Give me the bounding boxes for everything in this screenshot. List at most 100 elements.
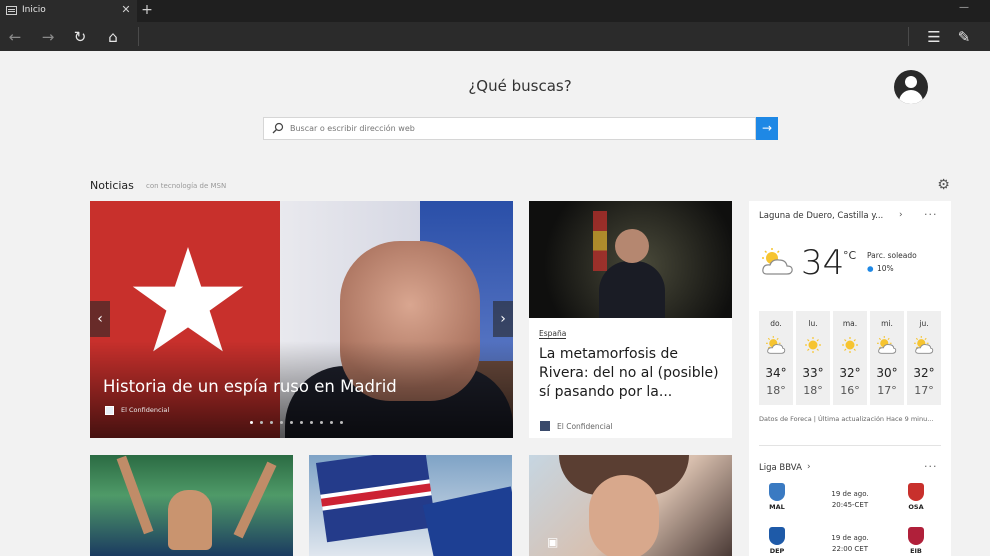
carousel-dot[interactable]	[330, 421, 333, 424]
forecast-day-name: do.	[770, 319, 782, 328]
news-tile[interactable]	[90, 455, 293, 556]
chevron-right-icon[interactable]: ›	[807, 462, 811, 472]
temperature-unit[interactable]: °C	[843, 249, 856, 262]
carousel-dot[interactable]	[260, 421, 263, 424]
forecast-day[interactable]: lu. 33° 18°	[796, 311, 830, 405]
article-image	[529, 201, 732, 318]
minimize-icon[interactable]: —	[958, 2, 970, 16]
forecast-low: 17°	[914, 384, 934, 397]
article-headline[interactable]: La metamorfosis de Rivera: del no al (po…	[539, 345, 725, 402]
carousel-dot[interactable]	[300, 421, 303, 424]
partly-sunny-icon	[766, 336, 786, 356]
next-slide-button[interactable]: ›	[493, 301, 513, 337]
tab-title: Inicio	[22, 5, 46, 15]
team-name: OSA	[908, 503, 924, 511]
article-category[interactable]: España	[539, 329, 567, 339]
forecast-high: 32°	[839, 366, 861, 380]
search-box[interactable]	[263, 117, 756, 140]
match-row[interactable]: MAL 19 de ago. 20:45-CET OSA	[759, 483, 941, 523]
partly-sunny-icon	[914, 336, 934, 356]
carousel-dot[interactable]	[290, 421, 293, 424]
hub-icon[interactable]: ☰	[924, 27, 944, 47]
forward-icon[interactable]: →	[38, 27, 58, 47]
forecast-low: 16°	[840, 384, 860, 397]
tile-image	[116, 455, 154, 535]
eu-flag-image	[422, 486, 512, 556]
more-options-icon[interactable]: ···	[924, 460, 938, 473]
news-tile[interactable]: ▣	[529, 455, 732, 556]
tab-inicio[interactable]: Inicio ✕	[0, 0, 137, 22]
new-tab-icon[interactable]: +	[140, 2, 154, 18]
forecast-day-name: mi.	[881, 319, 893, 328]
team-name: EIB	[910, 547, 922, 555]
forecast-low: 18°	[766, 384, 786, 397]
divider	[759, 445, 941, 446]
current-temperature: 34	[801, 243, 845, 283]
carousel-dot[interactable]	[250, 421, 253, 424]
forecast-day-name: ma.	[842, 319, 858, 328]
page-icon	[6, 6, 17, 15]
weather-condition: Parc. soleado	[867, 251, 917, 260]
news-tile[interactable]	[309, 455, 512, 556]
match-time: 19 de ago. 20:45-CET	[805, 489, 895, 511]
nav-divider	[908, 27, 909, 46]
source-logo-icon	[540, 421, 550, 431]
tile-image	[168, 490, 212, 550]
forecast-day-name: ju.	[919, 319, 929, 328]
web-note-icon[interactable]: ✎	[954, 27, 974, 47]
forecast-day[interactable]: ma. 32° 16°	[833, 311, 867, 405]
forecast-high: 34°	[765, 366, 787, 380]
avatar[interactable]	[894, 70, 928, 104]
league-title[interactable]: Liga BBVA	[759, 463, 802, 473]
home-team: DEP	[757, 527, 797, 555]
close-tab-icon[interactable]: ✕	[119, 3, 133, 17]
camera-icon: ▣	[547, 535, 559, 549]
forecast-day[interactable]: mi. 30° 17°	[870, 311, 904, 405]
chevron-right-icon[interactable]: ›	[899, 210, 903, 220]
match-time: 19 de ago. 22:00 CET	[805, 533, 895, 555]
hero-headline[interactable]: Historia de un espía ruso en Madrid	[103, 377, 397, 396]
raindrop-icon: ●	[867, 264, 874, 273]
more-options-icon[interactable]: ···	[924, 208, 938, 221]
team-crest-icon	[908, 483, 924, 501]
news-card[interactable]: España La metamorfosis de Rivera: del no…	[529, 201, 732, 438]
partly-sunny-icon	[877, 336, 897, 356]
page-headline: ¿Qué buscas?	[468, 77, 572, 95]
previous-slide-button[interactable]: ‹	[90, 301, 110, 337]
carousel-dot[interactable]	[340, 421, 343, 424]
team-crest-icon	[908, 527, 924, 545]
rain-chance: 10%	[877, 264, 894, 273]
forecast-high: 33°	[802, 366, 824, 380]
carousel-dot[interactable]	[320, 421, 323, 424]
forecast-list: do. 34° 18° lu. 33° 18° ma. 32° 16° mi. 30° 17° ju. 3…	[759, 311, 941, 406]
home-icon[interactable]: ⌂	[103, 27, 123, 47]
search-input[interactable]	[290, 118, 750, 139]
news-provider: con tecnología de MSN	[146, 182, 227, 190]
gear-icon[interactable]: ⚙	[936, 178, 951, 193]
carousel-dot[interactable]	[280, 421, 283, 424]
carousel-dot[interactable]	[270, 421, 273, 424]
forecast-low: 18°	[803, 384, 823, 397]
article-figure	[615, 229, 649, 263]
refresh-icon[interactable]: ↻	[70, 27, 90, 47]
tile-image	[589, 475, 659, 556]
search-go-button[interactable]: →	[756, 117, 778, 140]
news-section-title: Noticias	[90, 179, 134, 192]
forecast-day[interactable]: do. 34° 18°	[759, 311, 793, 405]
match-date: 19 de ago.	[831, 490, 869, 498]
carousel-dot[interactable]	[310, 421, 313, 424]
nav-bar: ← → ↻ ⌂ ☰ ✎	[0, 22, 990, 51]
forecast-high: 30°	[876, 366, 898, 380]
match-row[interactable]: DEP 19 de ago. 22:00 CET EIB	[759, 527, 941, 556]
sunny-icon	[840, 336, 860, 356]
weather-location[interactable]: Laguna de Duero, Castilla y...	[759, 211, 883, 221]
source-logo-icon	[105, 406, 114, 415]
forecast-high: 32°	[913, 366, 935, 380]
weather-widget: Laguna de Duero, Castilla y... › ··· 34 …	[749, 201, 951, 556]
hero-news-card[interactable]: Historia de un espía ruso en Madrid El C…	[90, 201, 513, 438]
article-source: El Confidencial	[557, 422, 613, 431]
forecast-day[interactable]: ju. 32° 17°	[907, 311, 941, 405]
back-icon[interactable]: ←	[5, 27, 25, 47]
tile-image	[233, 461, 277, 539]
weather-footer[interactable]: Datos de Foreca | Última actualización H…	[759, 415, 945, 423]
